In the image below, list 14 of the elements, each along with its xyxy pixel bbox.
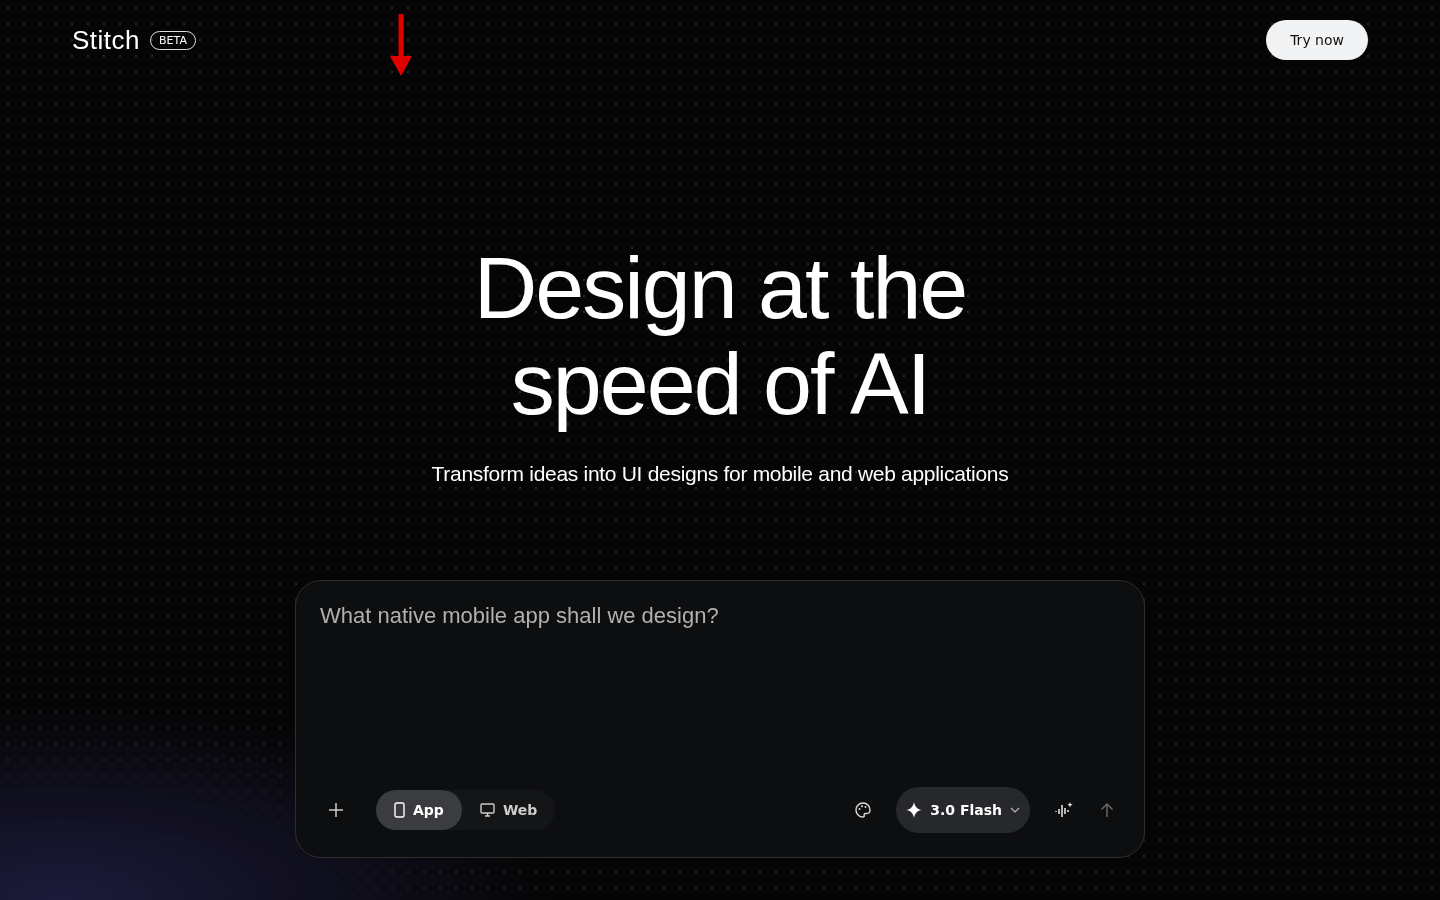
logo-text[interactable]: Stitch — [72, 24, 141, 56]
chevron-down-icon — [1010, 807, 1020, 813]
hero-title: Design at the speed of AI — [473, 240, 967, 432]
mode-tab[interactable]: Web — [461, 790, 556, 830]
monitor-icon — [479, 803, 495, 817]
annotation-arrow-icon — [390, 14, 412, 76]
hero-subtitle: Transform ideas into UI designs for mobile and web applications — [431, 462, 1009, 486]
try-now-button[interactable]: Try now — [1266, 20, 1368, 60]
prompt-field[interactable]: What native mobile app shall we design? — [320, 603, 1122, 787]
prompt-box[interactable]: What native mobile app shall we design? App Web 3.0 Flash — [295, 580, 1145, 858]
phone-icon — [394, 802, 405, 818]
model-dropdown[interactable]: 3.0 Flash — [896, 787, 1030, 833]
sparkle-icon — [906, 802, 923, 818]
mode-tab[interactable]: App — [376, 790, 462, 830]
